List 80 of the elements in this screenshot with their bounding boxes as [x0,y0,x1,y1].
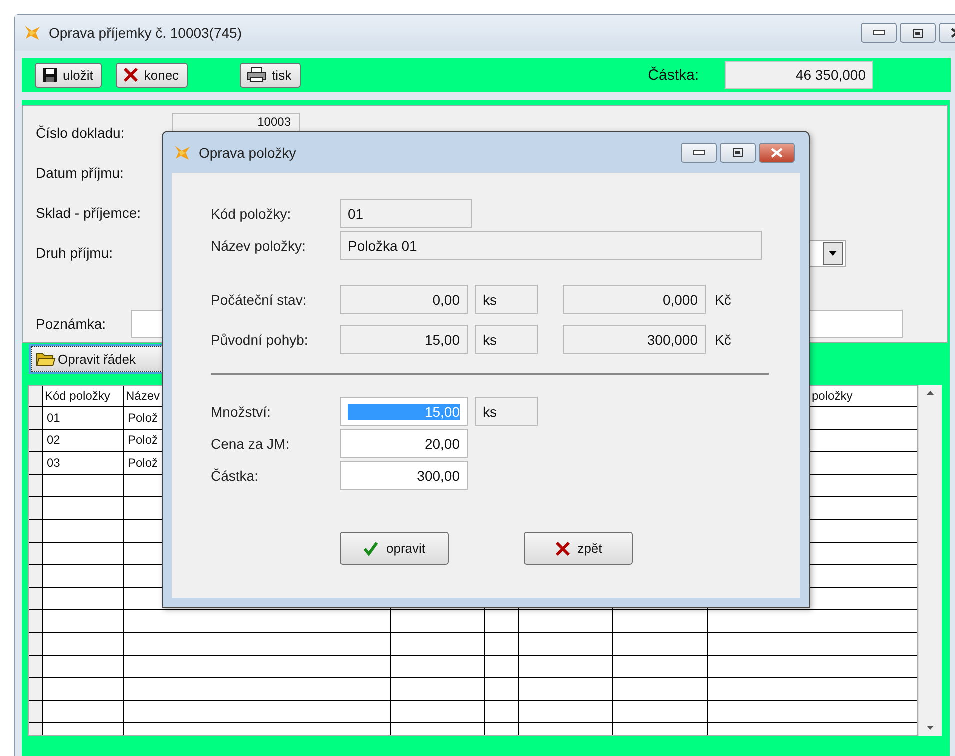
printer-icon [247,67,268,83]
row-indicator[interactable] [29,632,43,655]
row-indicator[interactable] [29,588,43,610]
field-label: Název položky: [211,238,307,254]
row-indicator[interactable] [29,542,43,564]
currency-label: Kč [715,332,732,348]
amount-field: 46 350,000 [725,61,873,89]
dialog-title: Oprava položky [199,144,296,160]
item-name-field: Položka 01 [340,231,762,260]
print-button[interactable]: tisk [240,62,301,88]
row-indicator[interactable] [29,656,43,678]
row-indicator[interactable] [29,497,43,519]
close-button[interactable]: konec [116,62,188,88]
window-title: Oprava příjemky č. 10003(745) [49,25,242,41]
table-cell: Polož [128,433,158,448]
field-label: Kód položky: [211,206,292,222]
amount-field: 0,000 [563,285,706,314]
table-cell: 02 [47,433,60,448]
caret-down-icon [829,250,837,256]
field-label: Sklad - příjemce: [36,205,142,221]
column-header: Název [126,389,160,403]
input-field[interactable]: 20,00 [340,429,468,458]
save-button[interactable]: uložit [35,62,102,88]
field-label: Poznámka: [36,316,108,332]
column-header: položky [812,389,853,403]
scroll-up-icon [927,391,934,395]
close-button[interactable] [759,142,795,162]
maximize-icon [733,148,743,157]
field-label: Druh příjmu: [36,245,114,261]
minimize-button[interactable] [861,23,897,43]
edit-row-button[interactable]: Opravit řádek [31,346,165,372]
field-label: Množství: [211,404,272,420]
amount-field: 300,000 [563,325,706,354]
row-indicator[interactable] [29,474,43,496]
maximize-icon [913,28,923,38]
row-indicator[interactable] [29,610,43,632]
input-field[interactable]: 300,00 [340,461,468,490]
column-header: Kód položky [45,389,110,403]
cancel-button[interactable]: zpět [524,532,633,565]
quantity-field: 0,00 [340,285,468,314]
maximize-button[interactable] [900,23,936,43]
x-icon [554,540,571,556]
close-icon [770,148,784,158]
unit-field: ks [475,285,538,314]
table-cell: Polož [128,456,158,470]
field-label: Číslo dokladu: [36,125,126,141]
folder-icon [36,351,56,367]
minimize-button[interactable] [681,142,717,162]
confirm-button[interactable]: opravit [340,532,449,565]
row-indicator[interactable] [29,565,43,587]
dropdown-field[interactable] [808,240,846,266]
checkmark-icon [363,540,380,556]
unit-field: ks [475,325,538,354]
minimize-icon [693,150,705,156]
unit-field: ks [475,397,538,426]
row-indicator[interactable] [29,452,43,474]
dropdown-button[interactable] [823,242,843,264]
field-label: Počáteční stav: [211,292,308,308]
amount-label: Částka: [648,66,699,84]
fox-logo-icon [23,23,43,43]
x-icon [123,67,140,83]
row-indicator[interactable] [29,520,43,542]
field-label: Cena za JM: [211,436,291,452]
item-code-field: 01 [340,199,472,228]
field-label: Částka: [211,468,260,484]
row-indicator[interactable] [29,700,43,722]
scrollbar[interactable] [918,385,942,736]
minimize-icon [873,30,885,36]
row-indicator[interactable] [29,407,43,429]
table-cell: 03 [47,456,60,470]
scroll-down-icon [927,726,934,730]
field-label: Datum příjmu: [36,165,125,181]
row-indicator[interactable] [29,430,43,452]
row-indicator[interactable] [29,678,43,700]
quantity-field: 15,00 [340,325,468,354]
table-cell: Polož [128,410,158,425]
currency-label: Kč [715,292,732,308]
field-label: Původní pohyb: [211,332,310,348]
table-cell: 01 [47,410,60,425]
maximize-button[interactable] [720,142,756,162]
